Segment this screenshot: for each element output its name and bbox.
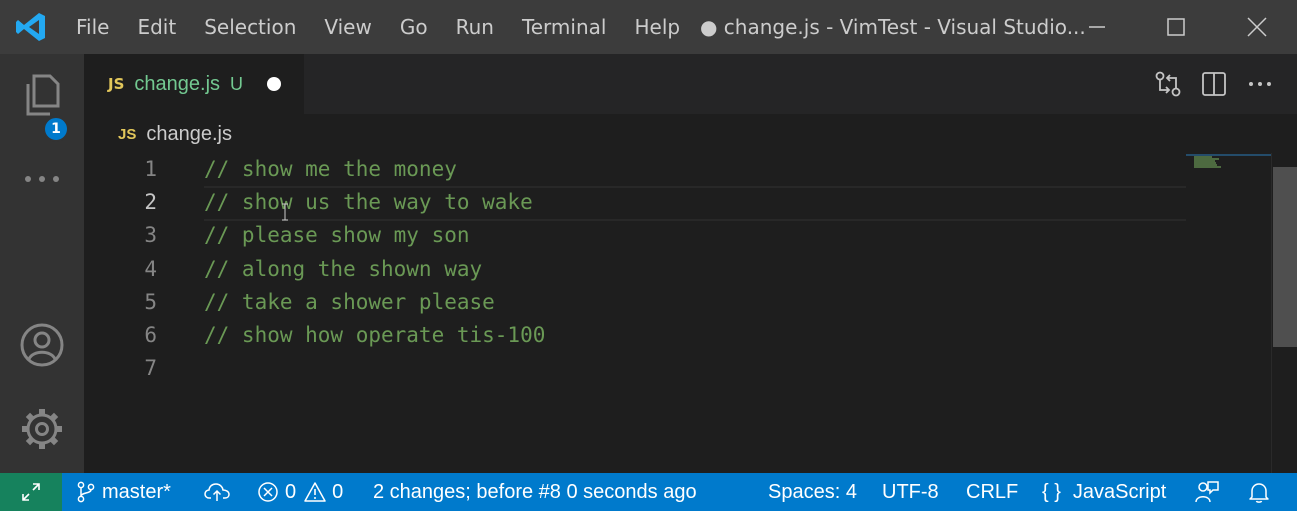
code-line[interactable]: // show me the money: [204, 153, 1186, 186]
tab-change-js[interactable]: JS change.js U: [84, 54, 304, 114]
warning-icon: [304, 482, 326, 502]
tab-bar: JS change.js U: [84, 54, 1297, 114]
error-icon: [258, 482, 278, 502]
ellipsis-icon: [1249, 82, 1271, 86]
scrollbar-thumb[interactable]: [1273, 167, 1297, 347]
menu-selection[interactable]: Selection: [190, 15, 310, 39]
window-title: ● change.js - VimTest - Visual Studio...: [700, 15, 1086, 39]
notifications-button[interactable]: [1247, 473, 1277, 511]
breadcrumb-file[interactable]: change.js: [146, 123, 232, 146]
split-editor-button[interactable]: [1191, 54, 1237, 114]
cloud-upload-icon: [204, 483, 230, 501]
ellipsis-icon: [25, 176, 59, 182]
editor-actions: [1145, 54, 1283, 114]
eol-status[interactable]: CRLF: [966, 473, 1018, 511]
more-actions-button[interactable]: [1237, 54, 1283, 114]
code-editor[interactable]: // show me the money // show us the way …: [204, 153, 1186, 385]
branch-status[interactable]: master*: [76, 473, 171, 511]
remote-indicator-button[interactable]: [0, 473, 62, 511]
line-number: 6: [144, 322, 157, 347]
unsaved-dot-icon[interactable]: [267, 77, 282, 91]
split-editor-icon: [1202, 72, 1226, 96]
activity-bar: 1: [0, 54, 84, 473]
line-number: 4: [144, 256, 157, 281]
javascript-file-icon: JS: [118, 125, 137, 143]
explorer-badge: 1: [43, 116, 69, 142]
javascript-file-icon: JS: [108, 75, 125, 93]
breadcrumb[interactable]: JS change.js: [118, 117, 232, 151]
code-line[interactable]: // please show my son: [204, 219, 1186, 252]
problems-status[interactable]: 0 0: [257, 473, 343, 511]
explorer-button[interactable]: 1: [0, 72, 84, 142]
line-number: 5: [144, 289, 157, 314]
warning-count: 0: [332, 480, 344, 503]
more-views-button[interactable]: [0, 162, 84, 196]
maximize-button[interactable]: [1147, 0, 1205, 54]
vscode-logo-icon: [16, 13, 45, 41]
branch-name: master*: [102, 480, 171, 503]
menu-go[interactable]: Go: [386, 15, 442, 39]
bell-icon: [1249, 483, 1269, 503]
line-number: 7: [144, 356, 157, 381]
error-count: 0: [285, 480, 297, 503]
undo-tree-status: 2 changes; before #8 0 seconds ago: [373, 480, 697, 503]
open-changes-button[interactable]: [1145, 54, 1191, 114]
accounts-button[interactable]: [0, 322, 84, 372]
code-line[interactable]: // show how operate tis-100: [204, 319, 1186, 352]
close-icon: [1247, 17, 1267, 37]
title-bar: File Edit Selection View Go Run Terminal…: [0, 0, 1297, 54]
text-cursor-icon: [282, 203, 288, 221]
language-label: JavaScript: [1072, 480, 1167, 503]
minimap[interactable]: [1186, 153, 1271, 473]
encoding-status[interactable]: UTF-8: [882, 473, 939, 511]
indentation-status[interactable]: Spaces: 4: [768, 473, 857, 511]
line-number-gutter: 1 2 3 4 5 6 7: [84, 153, 184, 385]
git-branch-icon: [77, 481, 95, 503]
tab-label: change.js: [134, 72, 221, 95]
remote-icon: [22, 483, 40, 501]
tab-git-status: U: [230, 73, 244, 94]
git-compare-icon: [1155, 71, 1181, 97]
vertical-scrollbar[interactable]: [1271, 153, 1297, 473]
account-icon: [20, 323, 64, 367]
maximize-icon: [1167, 18, 1185, 36]
menu-run[interactable]: Run: [442, 15, 508, 39]
code-line[interactable]: [204, 352, 1186, 385]
menu-bar: File Edit Selection View Go Run Terminal…: [62, 0, 694, 54]
braces-icon: { }: [1042, 480, 1061, 503]
close-window-button[interactable]: [1228, 0, 1286, 54]
manage-button[interactable]: [0, 406, 84, 456]
line-number: 3: [144, 223, 157, 248]
menu-file[interactable]: File: [62, 15, 123, 39]
line-number-active: 2: [144, 190, 157, 215]
code-line[interactable]: // along the shown way: [204, 253, 1186, 286]
files-icon: [26, 74, 60, 116]
line-number: 1: [144, 157, 157, 181]
menu-edit[interactable]: Edit: [123, 15, 190, 39]
code-line[interactable]: // show us the way to wake: [204, 186, 1186, 219]
menu-terminal[interactable]: Terminal: [508, 15, 621, 39]
menu-help[interactable]: Help: [620, 15, 694, 39]
minimize-button[interactable]: [1068, 0, 1126, 54]
sync-button[interactable]: [204, 473, 236, 511]
language-mode-status[interactable]: { } JavaScript: [1042, 473, 1166, 511]
status-bar: master* 0 0 2 changes; before #8 0 secon…: [0, 473, 1297, 511]
feedback-icon: [1195, 481, 1219, 503]
gear-icon: [22, 409, 62, 449]
menu-view[interactable]: View: [310, 15, 385, 39]
code-line[interactable]: // take a shower please: [204, 286, 1186, 319]
minimize-icon: [1089, 26, 1105, 28]
feedback-button[interactable]: [1194, 473, 1226, 511]
